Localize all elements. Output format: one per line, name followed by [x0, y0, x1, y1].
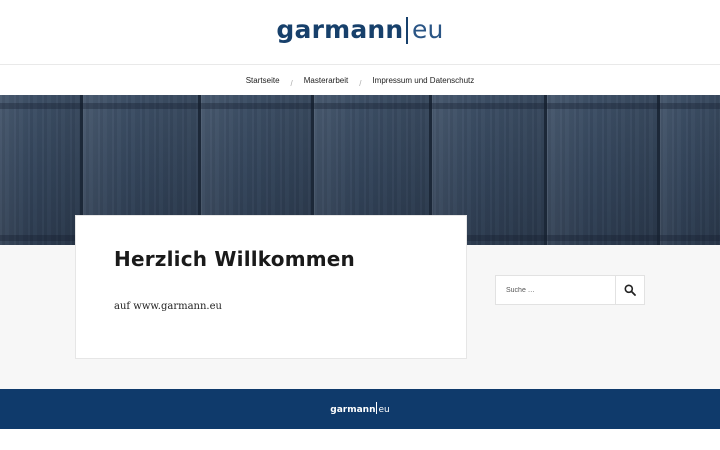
logo-brand: garmann	[276, 15, 404, 44]
bottom-strip	[0, 429, 720, 450]
search-input[interactable]	[496, 276, 616, 304]
nav-item-impressum[interactable]: Impressum und Datenschutz	[372, 76, 474, 85]
nav-separator: /	[359, 78, 362, 88]
hero-crossbar	[0, 103, 720, 109]
nav-separator: /	[290, 78, 293, 88]
site-footer: garmann eu	[0, 389, 720, 429]
footer-logo[interactable]: garmann eu	[330, 402, 390, 416]
footer-logo-brand: garmann	[330, 405, 376, 415]
nav-item-masterarbeit[interactable]: Masterarbeit	[304, 76, 348, 85]
site-logo[interactable]: garmann eu	[0, 14, 720, 46]
footer-logo-tld: eu	[378, 405, 390, 415]
search-button[interactable]	[615, 276, 644, 304]
nav-item-startseite[interactable]: Startseite	[246, 76, 280, 85]
page-title: Herzlich Willkommen	[114, 247, 355, 271]
main-navigation: Startseite / Masterarbeit / Impressum un…	[0, 64, 720, 95]
page-text: auf www.garmann.eu	[114, 301, 222, 312]
search-icon	[624, 284, 636, 296]
hero-plank	[660, 95, 720, 245]
logo-separator	[406, 17, 408, 44]
hero-plank	[547, 95, 657, 245]
site-header: garmann eu	[0, 0, 720, 64]
hero-plank	[0, 95, 80, 245]
logo-tld: eu	[411, 15, 444, 44]
content-card: Herzlich Willkommen auf www.garmann.eu	[75, 215, 467, 359]
search-widget	[495, 275, 645, 305]
